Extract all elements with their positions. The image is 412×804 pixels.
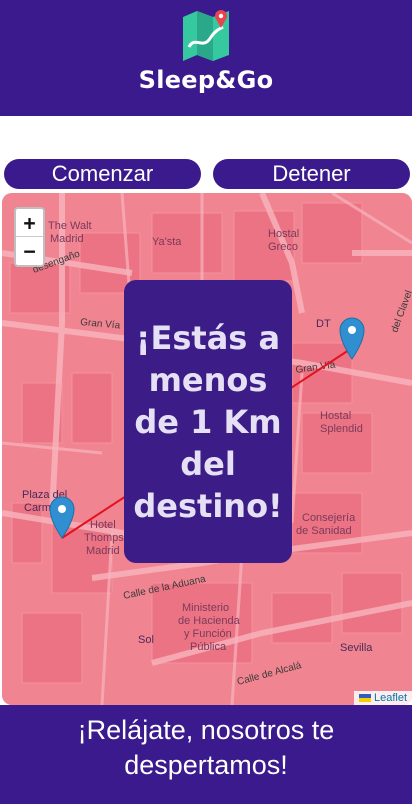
label-hostal-2: Hostal [320,410,351,422]
label-madrid-1: Madrid [50,233,84,245]
attribution-link[interactable]: Leaflet [374,692,407,704]
label-ministerio-2: de Hacienda [178,615,241,627]
label-yasta: Ya'sta [152,236,182,248]
label-sol: Sol [138,634,154,646]
label-ministerio-1: Ministerio [182,602,229,614]
zoom-in-button[interactable]: + [16,209,43,237]
map-attribution[interactable]: Leaflet [353,691,412,705]
label-carmen: Carm [24,502,51,514]
app-name: Sleep&Go [138,66,274,94]
label-consejeria: Consejería [302,512,356,524]
label-thompson: Thompso [84,532,130,544]
label-ministerio-4: Pública [190,641,227,653]
zoom-control: + − [14,207,45,267]
label-sevilla: Sevilla [340,642,373,654]
stop-button[interactable]: Detener [213,159,410,189]
zoom-out-button[interactable]: − [16,237,43,265]
app-screen: Sleep&Go Comenzar Detener The Walt Madri… [0,0,412,804]
footer-message: ¡Relájate, nosotros te despertamos! [0,705,412,804]
label-splendid: Splendid [320,423,363,435]
flag-icon [358,694,371,703]
map-pin-icon [183,10,229,61]
label-ministerio-3: y Función [184,628,232,640]
arrival-alert: ¡Estás a menos de 1 Km del destino! [124,280,292,563]
label-dt: DT [316,318,331,330]
start-button[interactable]: Comenzar [4,159,201,189]
label-madrid-2: Madrid [86,545,120,557]
label-sanidad: de Sanidad [296,525,352,537]
label-hostal: Hostal [268,228,299,240]
label-hotel: Hotel [90,519,116,531]
label-walt: The Walt [48,220,92,232]
app-header: Sleep&Go [0,0,412,116]
label-greco: Greco [268,241,298,253]
